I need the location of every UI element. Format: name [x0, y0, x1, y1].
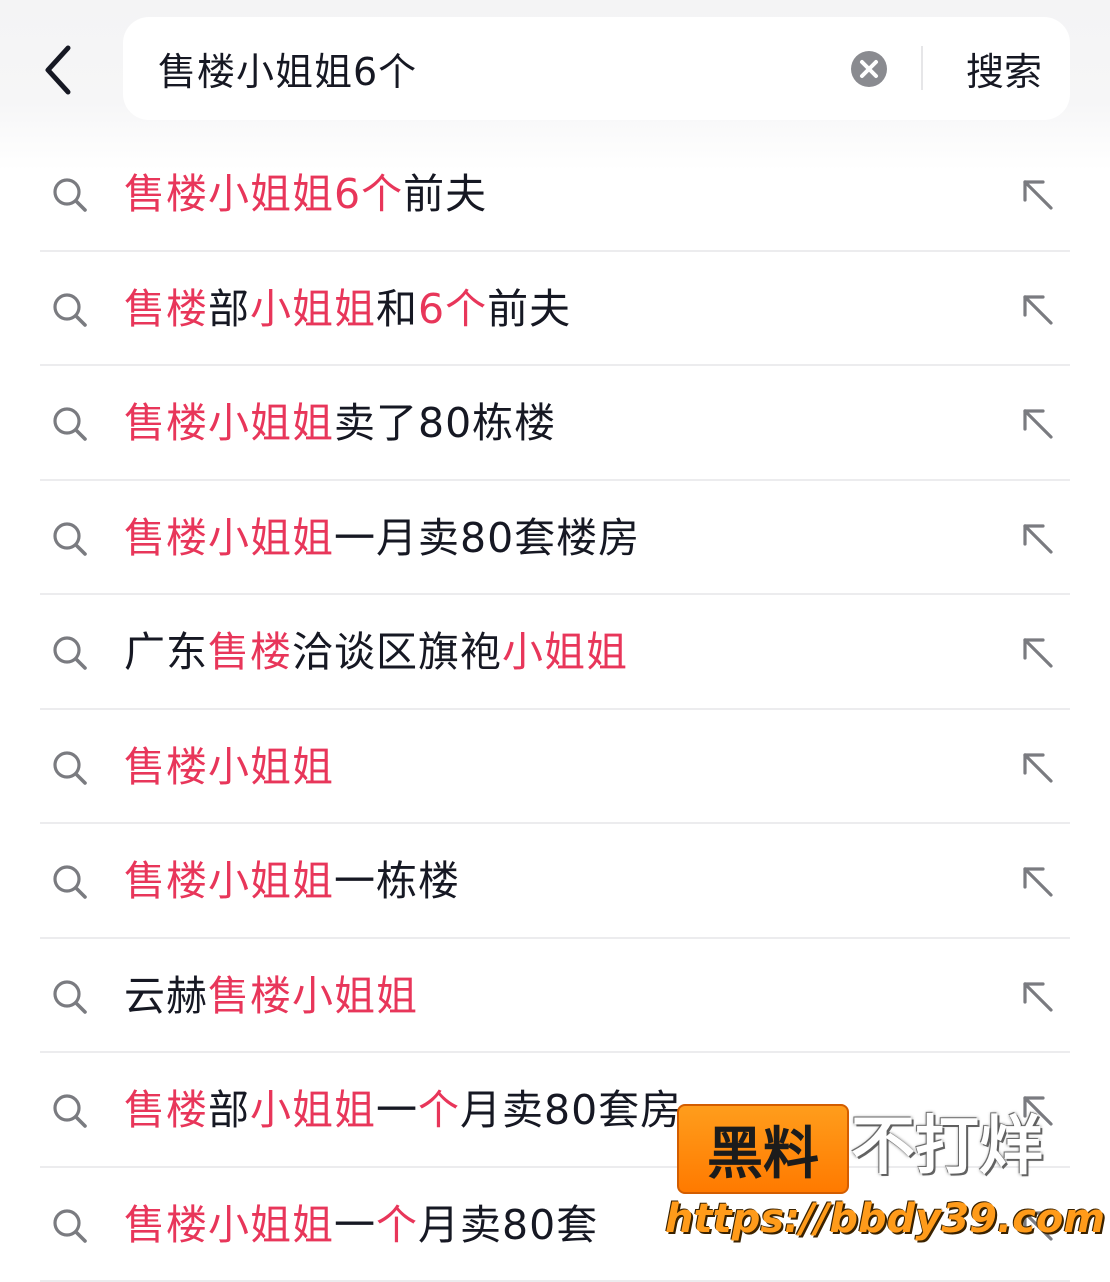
suggestion-segment: 卖了80栋楼 [334, 399, 556, 447]
arrow-up-left-icon[interactable] [1016, 975, 1058, 1017]
search-icon [50, 175, 90, 215]
suggestion-text: 售楼部小姐姐和6个前夫 [124, 252, 571, 366]
suggestion-text: 售楼小姐姐6个前夫 [124, 137, 487, 251]
arrow-up-left-icon[interactable] [1016, 860, 1058, 902]
suggestion-item[interactable]: 售楼小姐姐一栋楼 [0, 824, 1110, 939]
suggestion-text: 售楼小姐姐一月卖80套楼房 [124, 481, 640, 595]
highlighted-term: 售楼 [124, 1086, 208, 1134]
search-icon [50, 404, 90, 444]
highlighted-term: 小姐姐 [250, 1086, 376, 1134]
suggestion-text: 售楼小姐姐一栋楼 [124, 824, 460, 938]
search-icon [50, 1091, 90, 1131]
suggestion-segment: 一 [376, 1086, 418, 1134]
clear-circle-icon [849, 49, 889, 89]
highlighted-term: 售楼小姐姐 [124, 514, 334, 562]
highlighted-term: 小姐姐 [502, 628, 628, 676]
highlighted-term: 售楼小姐姐 [208, 972, 418, 1020]
search-bar-divider [921, 46, 923, 90]
highlighted-term: 售楼 [208, 628, 292, 676]
suggestion-text: 云赫售楼小姐姐 [124, 939, 418, 1053]
suggestion-item[interactable]: 售楼小姐姐一月卖80套楼房 [0, 481, 1110, 596]
search-icon [50, 519, 90, 559]
highlighted-term: 个 [418, 1086, 460, 1134]
suggestion-segment: 一 [334, 1201, 376, 1249]
suggestion-segment: 广东 [124, 628, 208, 676]
search-icon [50, 633, 90, 673]
suggestion-segment: 云赫 [124, 972, 208, 1020]
highlighted-term: 售楼小姐姐 [124, 1201, 334, 1249]
arrow-up-left-icon[interactable] [1016, 746, 1058, 788]
highlighted-term: 售楼小姐姐6个 [124, 170, 403, 218]
highlighted-term: 售楼小姐姐 [124, 743, 334, 791]
suggestion-segment: 月卖80套房 [460, 1086, 682, 1134]
suggestion-item[interactable]: 售楼小姐姐卖了80栋楼 [0, 366, 1110, 481]
suggestion-text: 售楼小姐姐卖了80栋楼 [124, 366, 556, 480]
search-icon [50, 977, 90, 1017]
arrow-up-left-icon[interactable] [1016, 173, 1058, 215]
highlighted-term: 售楼小姐姐 [124, 857, 334, 905]
highlighted-term: 6个 [418, 285, 487, 333]
suggestion-segment: 洽谈区旗袍 [292, 628, 502, 676]
suggestion-item[interactable]: 售楼小姐姐 [0, 710, 1110, 825]
suggestion-text: 售楼部小姐姐一个月卖80套房 [124, 1053, 682, 1167]
search-input[interactable] [158, 17, 838, 120]
watermark-badge: 黑料 [677, 1104, 849, 1194]
suggestion-segment: 部 [208, 1086, 250, 1134]
clear-search-button[interactable] [849, 49, 889, 89]
suggestion-segment: 和 [376, 285, 418, 333]
search-button[interactable]: 搜索 [938, 17, 1070, 120]
arrow-up-left-icon[interactable] [1016, 288, 1058, 330]
search-icon [50, 862, 90, 902]
suggestion-text: 售楼小姐姐 [124, 710, 334, 824]
search-icon [50, 290, 90, 330]
watermark-url: https://bbdy39.com [665, 1196, 1105, 1242]
suggestion-item[interactable]: 售楼部小姐姐和6个前夫 [0, 252, 1110, 367]
search-icon [50, 748, 90, 788]
highlighted-term: 个 [376, 1201, 418, 1249]
suggestion-segment: 前夫 [403, 170, 487, 218]
watermark-logo: 黑料 不打烊 https://bbdy39.com [665, 1100, 1095, 1270]
arrow-up-left-icon[interactable] [1016, 517, 1058, 559]
back-button[interactable] [32, 38, 88, 102]
suggestion-item[interactable]: 售楼小姐姐6个前夫 [0, 137, 1110, 252]
arrow-up-left-icon[interactable] [1016, 402, 1058, 444]
arrow-up-left-icon[interactable] [1016, 631, 1058, 673]
suggestion-segment: 部 [208, 285, 250, 333]
suggestion-item[interactable]: 云赫售楼小姐姐 [0, 939, 1110, 1054]
suggestion-segment: 月卖80套 [418, 1201, 598, 1249]
suggestion-text: 售楼小姐姐一个月卖80套 [124, 1168, 598, 1282]
highlighted-term: 售楼 [124, 285, 208, 333]
chevron-left-icon [40, 42, 80, 98]
suggestion-segment: 一栋楼 [334, 857, 460, 905]
suggestion-text: 广东售楼洽谈区旗袍小姐姐 [124, 595, 628, 709]
suggestion-segment: 一月卖80套楼房 [334, 514, 640, 562]
search-icon [50, 1206, 90, 1246]
search-bar: 搜索 [123, 17, 1070, 120]
watermark-tagline: 不打烊 [851, 1104, 1043, 1190]
highlighted-term: 售楼小姐姐 [124, 399, 334, 447]
highlighted-term: 小姐姐 [250, 285, 376, 333]
suggestion-segment: 前夫 [487, 285, 571, 333]
suggestion-item[interactable]: 广东售楼洽谈区旗袍小姐姐 [0, 595, 1110, 710]
